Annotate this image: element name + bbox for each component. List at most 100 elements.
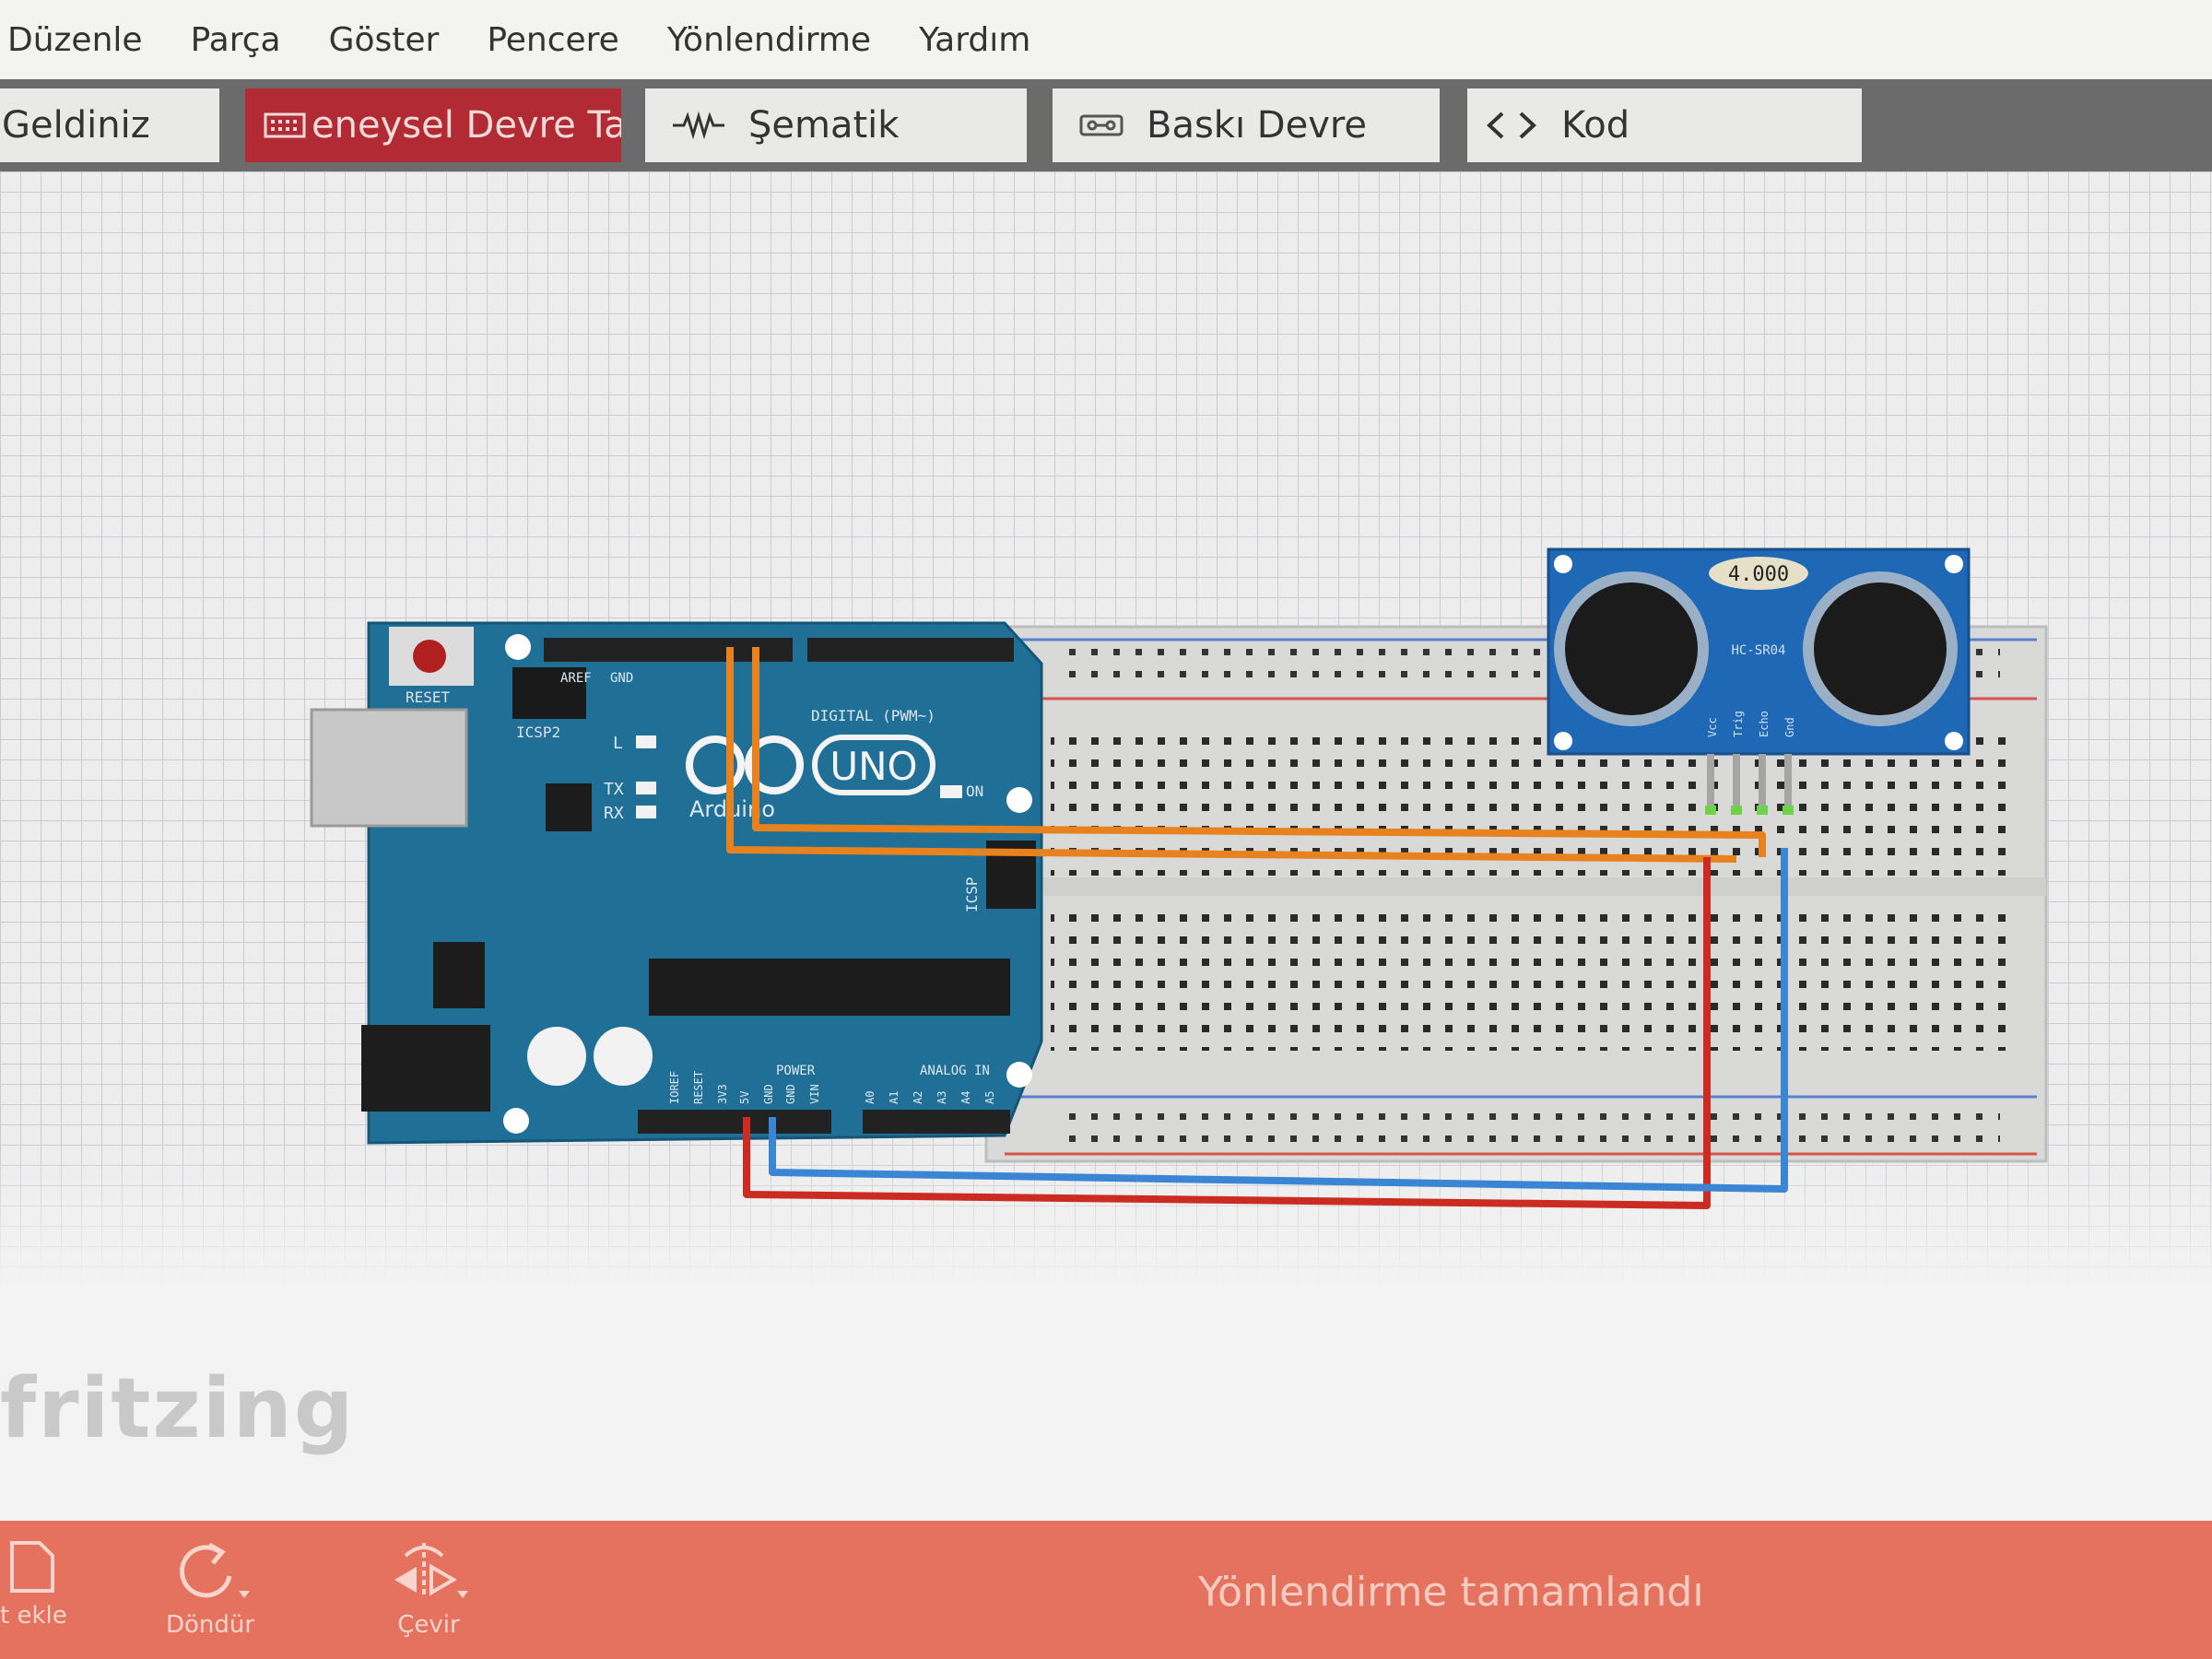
sensor-hole-br <box>1945 732 1963 750</box>
sensor-hole-tr <box>1945 555 1963 573</box>
tab-code[interactable]: Kod <box>1467 88 1862 162</box>
pin-highlight-gnd <box>1783 806 1794 815</box>
power-label: POWER <box>776 1064 816 1078</box>
menu-bar: Düzenle Parça Göster Pencere Yönlendirme… <box>0 0 2212 80</box>
tab-pcb-label: Baskı Devre <box>1147 104 1368 147</box>
pin-label-3v3: 3V3 <box>716 1084 729 1104</box>
tab-welcome[interactable]: Geldiniz <box>0 88 219 162</box>
dc-jack <box>361 1025 490 1112</box>
mounting-hole-right <box>1006 787 1032 813</box>
code-icon <box>1484 110 1539 141</box>
rx-label: RX <box>604 804 624 823</box>
pin-label-a1: A1 <box>888 1091 900 1104</box>
voltage-regulator <box>433 942 485 1008</box>
analog-header <box>863 1110 1010 1134</box>
power-rail-bottom <box>1060 1102 2000 1154</box>
capacitor-right <box>594 1027 653 1086</box>
terminal-strip-bottom <box>1051 912 2009 1051</box>
gnd-label: GND <box>610 671 633 686</box>
usb-connector <box>310 708 468 828</box>
add-part-button[interactable]: t ekle <box>0 1539 67 1630</box>
pin-label-a5: A5 <box>983 1091 996 1104</box>
pin-label-reset: RESET <box>692 1071 705 1104</box>
menu-view[interactable]: Göster <box>329 21 440 59</box>
flip-label: Çevir <box>397 1611 460 1639</box>
menu-help[interactable]: Yardım <box>919 21 1030 59</box>
rotate-button[interactable]: Döndür <box>166 1539 254 1639</box>
breadboard-canvas[interactable]: fritzing RESET ICSP2 AREF GND DIGITAL (P… <box>0 171 2212 1521</box>
sensor-hole-tl <box>1554 555 1572 573</box>
schematic-icon <box>671 112 726 139</box>
tab-breadboard[interactable]: eneysel Devre Tahta <box>245 88 621 162</box>
sensor-model-label: HC-SR04 <box>1731 643 1785 658</box>
power-header <box>638 1110 831 1134</box>
pin-label-vin: VIN <box>808 1084 821 1104</box>
tx-led <box>636 782 656 794</box>
pin-label-a3: A3 <box>935 1091 948 1104</box>
rx-led <box>636 806 656 818</box>
digital-header-right <box>807 638 1014 662</box>
aref-label: AREF <box>560 671 592 686</box>
tab-welcome-label: Geldiniz <box>2 104 150 147</box>
pin-highlight-vcc <box>1705 806 1716 815</box>
pcb-icon <box>1078 112 1124 139</box>
pin-highlight-trig <box>1731 806 1742 815</box>
uno-label: UNO <box>830 744 917 789</box>
tab-breadboard-label: eneysel Devre Tahta <box>312 104 621 147</box>
sensor-pin-label-gnd: Gnd <box>1783 717 1796 737</box>
l-led <box>636 735 656 748</box>
mounting-hole-bottom <box>503 1108 529 1134</box>
digital-label: DIGITAL (PWM~) <box>811 707 935 724</box>
capacitor-left <box>527 1027 586 1086</box>
reset-button-cap <box>413 640 446 673</box>
pin-label-a2: A2 <box>912 1091 924 1104</box>
pin-label-a4: A4 <box>959 1091 972 1104</box>
pin-label-a0: A0 <box>864 1091 877 1104</box>
usb-chip <box>546 783 592 831</box>
page-icon <box>10 1541 55 1593</box>
sensor-hole-bl <box>1554 732 1572 750</box>
crystal-label: 4.000 <box>1728 563 1789 586</box>
reset-label: RESET <box>406 688 451 706</box>
analog-label: ANALOG IN <box>920 1064 990 1078</box>
tab-code-label: Kod <box>1561 104 1630 147</box>
pin-label-ioref: IOREF <box>668 1071 681 1104</box>
flip-button[interactable]: Çevir <box>387 1539 470 1639</box>
sensor-pin-label-echo: Echo <box>1758 711 1771 737</box>
atmega-chip <box>649 959 1010 1016</box>
menu-part[interactable]: Parça <box>191 21 281 59</box>
sensor-pin-label-vcc: Vcc <box>1706 717 1719 737</box>
view-tab-bar: Geldiniz eneysel Devre Tahta Şematik Bas… <box>0 79 2212 171</box>
pin-label-gnd-2: GND <box>784 1084 797 1104</box>
add-part-label: t ekle <box>0 1602 67 1630</box>
mounting-hole-top <box>505 634 531 660</box>
on-led <box>940 785 962 798</box>
mounting-hole-right-bottom <box>1006 1062 1032 1088</box>
l-led-label: L <box>613 734 623 753</box>
circuit-view: RESET ICSP2 AREF GND DIGITAL (PWM~) L TX… <box>310 547 2048 1209</box>
bottom-toolbar: t ekle Döndür Çevir Yönlendirme tamamlan… <box>0 1521 2212 1659</box>
breadboard-channel <box>977 877 2046 896</box>
sensor-pin-label-trig: Trig <box>1732 711 1745 737</box>
rotate-icon <box>180 1542 251 1598</box>
flip-icon <box>394 1543 468 1598</box>
pin-highlight-echo <box>1757 806 1768 815</box>
menu-window[interactable]: Pencere <box>487 21 619 59</box>
rotate-label: Döndür <box>166 1611 255 1639</box>
on-label: ON <box>966 782 983 800</box>
menu-edit[interactable]: Düzenle <box>7 21 143 59</box>
breadboard-icon <box>264 112 306 139</box>
tab-schematic-label: Şematik <box>748 104 900 147</box>
pin-label-5v: 5V <box>738 1091 751 1104</box>
receiver <box>1814 582 1947 715</box>
tx-label: TX <box>604 780 624 799</box>
routing-status: Yönlendirme tamamlandı <box>1198 1569 1704 1616</box>
tab-pcb[interactable]: Baskı Devre <box>1053 88 1440 162</box>
menu-routing[interactable]: Yönlendirme <box>667 21 871 59</box>
transmitter <box>1565 582 1698 715</box>
arduino-uno-board[interactable]: RESET ICSP2 AREF GND DIGITAL (PWM~) L TX… <box>310 621 1043 1145</box>
tab-schematic[interactable]: Şematik <box>645 88 1027 162</box>
icsp2-label: ICSP2 <box>516 724 560 741</box>
pin-label-gnd-1: GND <box>762 1084 775 1104</box>
icsp-label: ICSP <box>963 877 981 912</box>
